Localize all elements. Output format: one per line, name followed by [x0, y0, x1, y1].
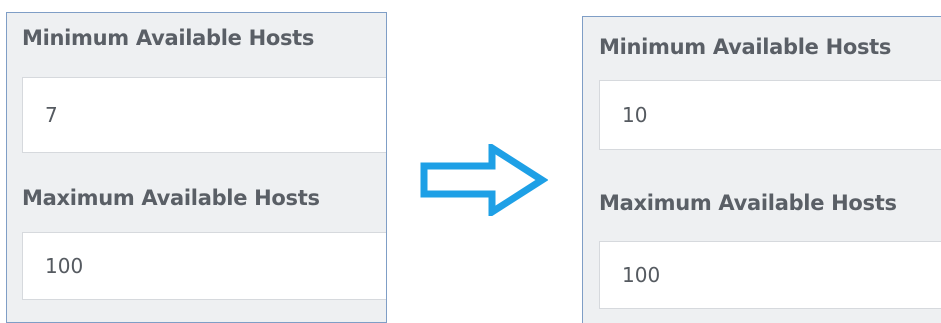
min-available-hosts-value: 7	[45, 103, 58, 127]
min-available-hosts-input[interactable]: 10	[599, 80, 941, 150]
max-available-hosts-input[interactable]: 100	[599, 241, 941, 309]
max-available-hosts-value: 100	[45, 254, 84, 278]
comparison-stage: Minimum Available Hosts 7 Maximum Availa…	[0, 0, 941, 323]
max-available-hosts-label: Maximum Available Hosts	[599, 191, 897, 215]
min-available-hosts-value: 10	[622, 103, 648, 127]
min-available-hosts-input[interactable]: 7	[22, 77, 386, 153]
settings-panel-before: Minimum Available Hosts 7 Maximum Availa…	[6, 12, 387, 323]
min-available-hosts-label: Minimum Available Hosts	[22, 26, 315, 50]
settings-panel-after: Minimum Available Hosts 10 Maximum Avail…	[582, 16, 941, 323]
max-available-hosts-input[interactable]: 100	[22, 232, 386, 300]
max-available-hosts-value: 100	[622, 263, 661, 287]
max-available-hosts-label: Maximum Available Hosts	[22, 186, 320, 210]
min-available-hosts-label: Minimum Available Hosts	[599, 35, 892, 59]
right-arrow-icon	[420, 144, 548, 216]
